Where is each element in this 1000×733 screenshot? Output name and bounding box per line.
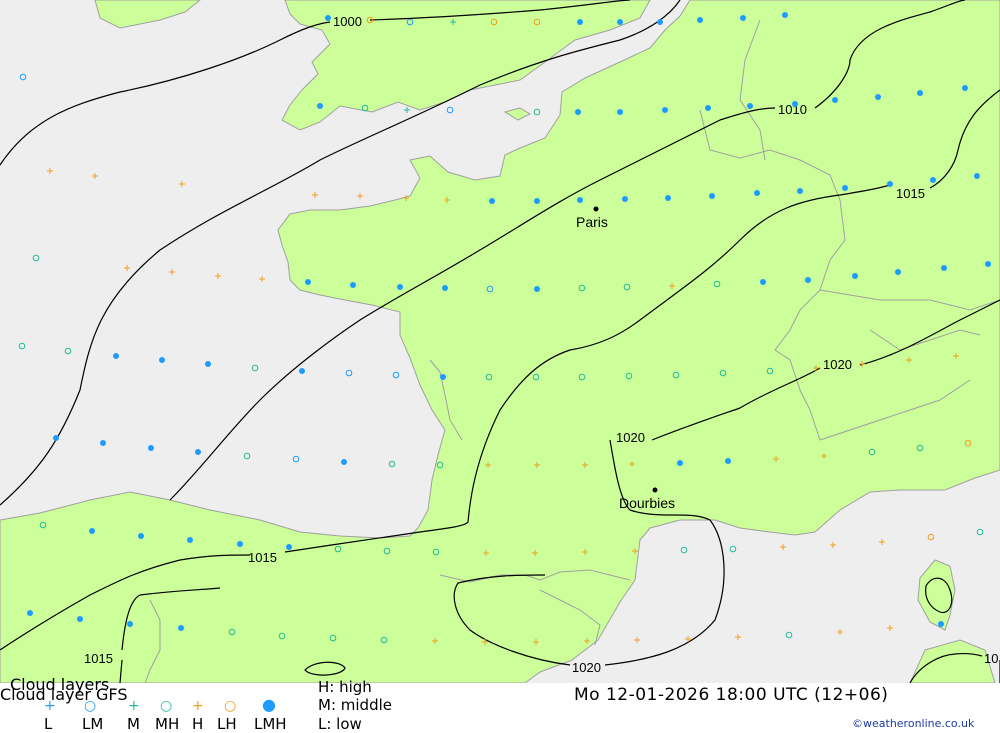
cloud-high-dot-icon bbox=[577, 19, 583, 25]
credit-link[interactable]: ©weatheronline.co.uk bbox=[852, 717, 974, 730]
city-dot-dourbies bbox=[652, 487, 658, 493]
legend-bar: Cloud layers Cloud layer GFS + ○ + ○ + ○… bbox=[0, 675, 1000, 733]
city-dot-paris bbox=[593, 206, 599, 212]
cloud-high-dot-icon bbox=[962, 85, 968, 91]
cloud-high-dot-icon bbox=[852, 273, 858, 279]
cloud-high-dot-icon bbox=[127, 621, 133, 627]
isobar-label: 1020 bbox=[823, 357, 852, 372]
isobar-label: 1015 bbox=[896, 186, 925, 201]
cloud-high-dot-icon bbox=[705, 105, 711, 111]
cloud-high-dot-icon bbox=[662, 107, 668, 113]
cloud-high-dot-icon bbox=[350, 282, 356, 288]
forecast-datetime: Mo 12-01-2026 18:00 UTC (12+06) bbox=[574, 685, 889, 705]
cloud-high-dot-icon bbox=[195, 449, 201, 455]
cloud-high-dot-icon bbox=[440, 374, 446, 380]
legend-title: Cloud layer GFS bbox=[0, 685, 128, 704]
isobar-label: 1020 bbox=[572, 660, 601, 675]
cloud-high-dot-icon bbox=[974, 173, 980, 179]
legend-key-high: H: high bbox=[318, 678, 372, 696]
cloud-high-dot-icon bbox=[317, 103, 323, 109]
plus-icon-high: + bbox=[44, 698, 56, 714]
cloud-high-dot-icon bbox=[100, 440, 106, 446]
plus-icon-low: + bbox=[192, 698, 204, 714]
isobar-label: 1000 bbox=[333, 14, 362, 29]
legend-code: M bbox=[127, 715, 140, 733]
legend-code: LH bbox=[217, 715, 237, 733]
legend-code: MH bbox=[155, 715, 180, 733]
cloud-high-dot-icon bbox=[534, 198, 540, 204]
cloud-high-dot-icon bbox=[138, 533, 144, 539]
circle-icon-high: ○ bbox=[84, 698, 97, 714]
cloud-high-dot-icon bbox=[709, 193, 715, 199]
isobar-label: 1020 bbox=[616, 430, 645, 445]
isobar-label: 1015 bbox=[84, 651, 113, 666]
cloud-high-dot-icon bbox=[325, 15, 331, 21]
cloud-high-dot-icon bbox=[697, 17, 703, 23]
cloud-high-dot-icon bbox=[725, 458, 731, 464]
cloud-high-dot-icon bbox=[178, 625, 184, 631]
legend-code: L bbox=[44, 715, 53, 733]
legend-key-low: L: low bbox=[318, 715, 362, 733]
cloud-high-dot-icon bbox=[237, 541, 243, 547]
cloud-high-dot-icon bbox=[575, 109, 581, 115]
cloud-high-dot-icon bbox=[305, 279, 311, 285]
cloud-high-dot-icon bbox=[577, 197, 583, 203]
cloud-high-dot-icon bbox=[747, 103, 753, 109]
cloud-high-dot-icon bbox=[397, 284, 403, 290]
city-label-paris: Paris bbox=[576, 214, 608, 230]
cloud-high-dot-icon bbox=[740, 15, 746, 21]
cloud-high-dot-icon bbox=[938, 621, 944, 627]
circle-icon-middle: ○ bbox=[160, 698, 173, 714]
cloud-high-dot-icon bbox=[842, 185, 848, 191]
cloud-high-dot-icon bbox=[489, 198, 495, 204]
cloud-high-dot-icon bbox=[341, 459, 347, 465]
legend-code: H bbox=[192, 715, 204, 733]
isobar-label: 10 bbox=[984, 651, 998, 666]
cloud-high-dot-icon bbox=[941, 265, 947, 271]
cloud-high-dot-icon bbox=[754, 190, 760, 196]
circle-icon-low: ○ bbox=[224, 698, 237, 714]
cloud-high-dot-icon bbox=[760, 279, 766, 285]
legend-code: LMH bbox=[254, 715, 287, 733]
legend-code: LM bbox=[82, 715, 104, 733]
plus-icon-middle: + bbox=[128, 698, 140, 714]
cloud-high-dot-icon bbox=[797, 188, 803, 194]
cloud-high-dot-icon bbox=[442, 285, 448, 291]
cloud-high-dot-icon bbox=[53, 435, 59, 441]
cloud-high-dot-icon bbox=[148, 445, 154, 451]
cloud-high-dot-icon bbox=[930, 177, 936, 183]
cloud-high-dot-icon bbox=[534, 286, 540, 292]
cloud-high-dot-icon bbox=[77, 616, 83, 622]
cloud-high-dot-icon bbox=[887, 181, 893, 187]
cloud-high-dot-icon bbox=[113, 353, 119, 359]
dot-icon-high: ● bbox=[262, 695, 276, 714]
cloud-high-dot-icon bbox=[677, 460, 683, 466]
cloud-high-dot-icon bbox=[657, 19, 663, 25]
cloud-high-dot-icon bbox=[665, 195, 671, 201]
cloud-layers-map: 1000 1010 1015 1015 1020 1020 1015 1015 … bbox=[0, 0, 1000, 683]
cloud-high-dot-icon bbox=[159, 357, 165, 363]
cloud-high-dot-icon bbox=[187, 537, 193, 543]
cloud-high-dot-icon bbox=[286, 544, 292, 550]
isobar-label: 1015 bbox=[248, 550, 277, 565]
cloud-high-dot-icon bbox=[917, 90, 923, 96]
cloud-high-dot-icon bbox=[299, 368, 305, 374]
cloud-high-dot-icon bbox=[782, 12, 788, 18]
legend-key-middle: M: middle bbox=[318, 696, 392, 714]
cloud-high-dot-icon bbox=[622, 196, 628, 202]
cloud-high-dot-icon bbox=[805, 277, 811, 283]
city-label-dourbies: Dourbies bbox=[619, 495, 675, 511]
cloud-high-dot-icon bbox=[985, 261, 991, 267]
cloud-high-dot-icon bbox=[617, 109, 623, 115]
cloud-high-dot-icon bbox=[895, 269, 901, 275]
cloud-high-dot-icon bbox=[89, 528, 95, 534]
cloud-high-dot-icon bbox=[617, 19, 623, 25]
cloud-high-dot-icon bbox=[27, 610, 33, 616]
cloud-high-dot-icon bbox=[205, 361, 211, 367]
cloud-high-dot-icon bbox=[792, 101, 798, 107]
cloud-high-dot-icon bbox=[832, 97, 838, 103]
cloud-high-dot-icon bbox=[875, 94, 881, 100]
